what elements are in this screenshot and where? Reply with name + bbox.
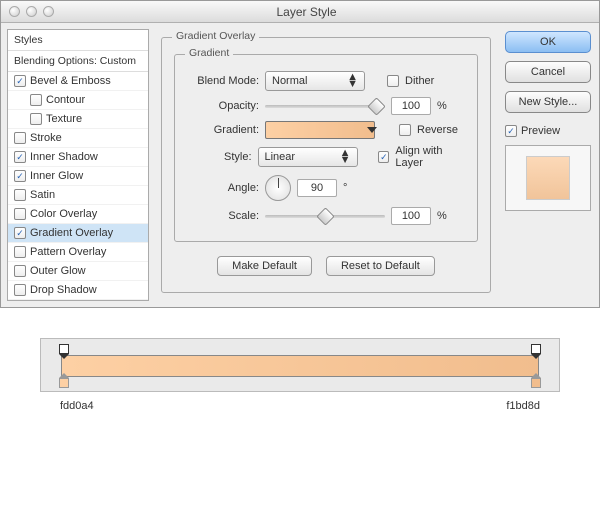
sidebar-item-label: Inner Shadow xyxy=(30,151,98,163)
dither-checkbox[interactable] xyxy=(387,75,399,87)
scale-input[interactable]: 100 xyxy=(391,207,431,225)
close-icon[interactable] xyxy=(9,6,20,17)
scale-label: Scale: xyxy=(187,210,259,222)
window-title: Layer Style xyxy=(54,5,599,19)
effects-sidebar: Styles Blending Options: Custom ✓ Bevel &… xyxy=(7,29,149,301)
hex-left: fdd0a4 xyxy=(60,400,94,412)
sidebar-item-label: Inner Glow xyxy=(30,170,83,182)
gradient-editor[interactable] xyxy=(40,338,560,392)
scale-slider[interactable] xyxy=(265,209,385,223)
sidebar-blending[interactable]: Blending Options: Custom xyxy=(8,51,148,72)
sidebar-item-gradient-overlay[interactable]: ✓ Gradient Overlay xyxy=(8,224,148,243)
align-checkbox[interactable]: ✓ xyxy=(378,151,389,163)
sidebar-item-label: Satin xyxy=(30,189,55,201)
sidebar-item-stroke[interactable]: Stroke xyxy=(8,129,148,148)
opacity-input[interactable]: 100 xyxy=(391,97,431,115)
sidebar-item-label: Pattern Overlay xyxy=(30,246,106,258)
opacity-stop-left[interactable] xyxy=(59,344,69,354)
opacity-stop-right[interactable] xyxy=(531,344,541,354)
sidebar-item-label: Outer Glow xyxy=(30,265,86,277)
effect-checkbox[interactable]: ✓ xyxy=(14,75,26,87)
sidebar-item-inner-glow[interactable]: ✓ Inner Glow xyxy=(8,167,148,186)
color-stop-right[interactable] xyxy=(531,378,541,388)
sidebar-item-label: Contour xyxy=(46,94,85,106)
sidebar-item-label: Gradient Overlay xyxy=(30,227,113,239)
gradient-dropdown-icon[interactable] xyxy=(367,127,377,133)
sidebar-item-label: Bevel & Emboss xyxy=(30,75,111,87)
opacity-slider[interactable] xyxy=(265,99,385,113)
gradient-bar[interactable] xyxy=(61,355,539,377)
dither-label: Dither xyxy=(405,75,434,87)
angle-label: Angle: xyxy=(187,182,259,194)
gradient-swatch[interactable] xyxy=(265,121,375,139)
sidebar-item-texture[interactable]: Texture xyxy=(8,110,148,129)
effect-checkbox[interactable]: ✓ xyxy=(14,151,26,163)
preview-checkbox[interactable]: ✓ xyxy=(505,125,517,137)
sidebar-item-color-overlay[interactable]: Color Overlay xyxy=(8,205,148,224)
reverse-checkbox[interactable] xyxy=(399,124,411,136)
titlebar: Layer Style xyxy=(1,1,599,23)
reset-default-button[interactable]: Reset to Default xyxy=(326,256,435,276)
zoom-icon[interactable] xyxy=(43,6,54,17)
ok-button[interactable]: OK xyxy=(505,31,591,53)
blend-mode-select[interactable]: Normal ▲▼ xyxy=(265,71,365,91)
effect-checkbox[interactable] xyxy=(14,189,26,201)
sidebar-styles[interactable]: Styles xyxy=(8,30,148,51)
effect-checkbox[interactable] xyxy=(30,94,42,106)
sidebar-item-pattern-overlay[interactable]: Pattern Overlay xyxy=(8,243,148,262)
preview-swatch xyxy=(526,156,570,200)
sidebar-item-label: Texture xyxy=(46,113,82,125)
style-label: Style: xyxy=(187,151,252,163)
effect-checkbox[interactable] xyxy=(30,113,42,125)
color-stop-left[interactable] xyxy=(59,378,69,388)
effect-checkbox[interactable] xyxy=(14,265,26,277)
reverse-label: Reverse xyxy=(417,124,458,136)
effect-checkbox[interactable] xyxy=(14,246,26,258)
preview-label: Preview xyxy=(521,125,560,137)
make-default-button[interactable]: Make Default xyxy=(217,256,312,276)
align-label: Align with Layer xyxy=(395,145,465,169)
opacity-label: Opacity: xyxy=(187,100,259,112)
sidebar-item-label: Color Overlay xyxy=(30,208,97,220)
sidebar-item-contour[interactable]: Contour xyxy=(8,91,148,110)
sidebar-item-satin[interactable]: Satin xyxy=(8,186,148,205)
sidebar-item-bevel-emboss[interactable]: ✓ Bevel & Emboss xyxy=(8,72,148,91)
sidebar-item-label: Stroke xyxy=(30,132,62,144)
sidebar-item-label: Drop Shadow xyxy=(30,284,97,296)
group-title: Gradient xyxy=(185,47,233,59)
gradient-overlay-panel: Gradient Overlay Gradient Blend Mode: No… xyxy=(161,37,491,293)
sidebar-item-outer-glow[interactable]: Outer Glow xyxy=(8,262,148,281)
chevron-updown-icon: ▲▼ xyxy=(347,74,358,88)
effect-checkbox[interactable] xyxy=(14,132,26,144)
cancel-button[interactable]: Cancel xyxy=(505,61,591,83)
sidebar-item-drop-shadow[interactable]: Drop Shadow xyxy=(8,281,148,300)
angle-dial[interactable] xyxy=(265,175,291,201)
angle-input[interactable]: 90 xyxy=(297,179,337,197)
minimize-icon[interactable] xyxy=(26,6,37,17)
effect-checkbox[interactable] xyxy=(14,284,26,296)
hex-right: f1bd8d xyxy=(506,400,540,412)
effect-checkbox[interactable]: ✓ xyxy=(14,170,26,182)
gradient-label: Gradient: xyxy=(187,124,259,136)
effect-checkbox[interactable]: ✓ xyxy=(14,227,26,239)
panel-title: Gradient Overlay xyxy=(172,30,259,42)
new-style-button[interactable]: New Style... xyxy=(505,91,591,113)
layer-style-dialog: Layer Style Styles Blending Options: Cus… xyxy=(0,0,600,308)
style-select[interactable]: Linear ▲▼ xyxy=(258,147,358,167)
effect-checkbox[interactable] xyxy=(14,208,26,220)
preview-box xyxy=(505,145,591,211)
sidebar-item-inner-shadow[interactable]: ✓ Inner Shadow xyxy=(8,148,148,167)
blend-mode-label: Blend Mode: xyxy=(187,75,259,87)
chevron-updown-icon: ▲▼ xyxy=(340,150,351,164)
